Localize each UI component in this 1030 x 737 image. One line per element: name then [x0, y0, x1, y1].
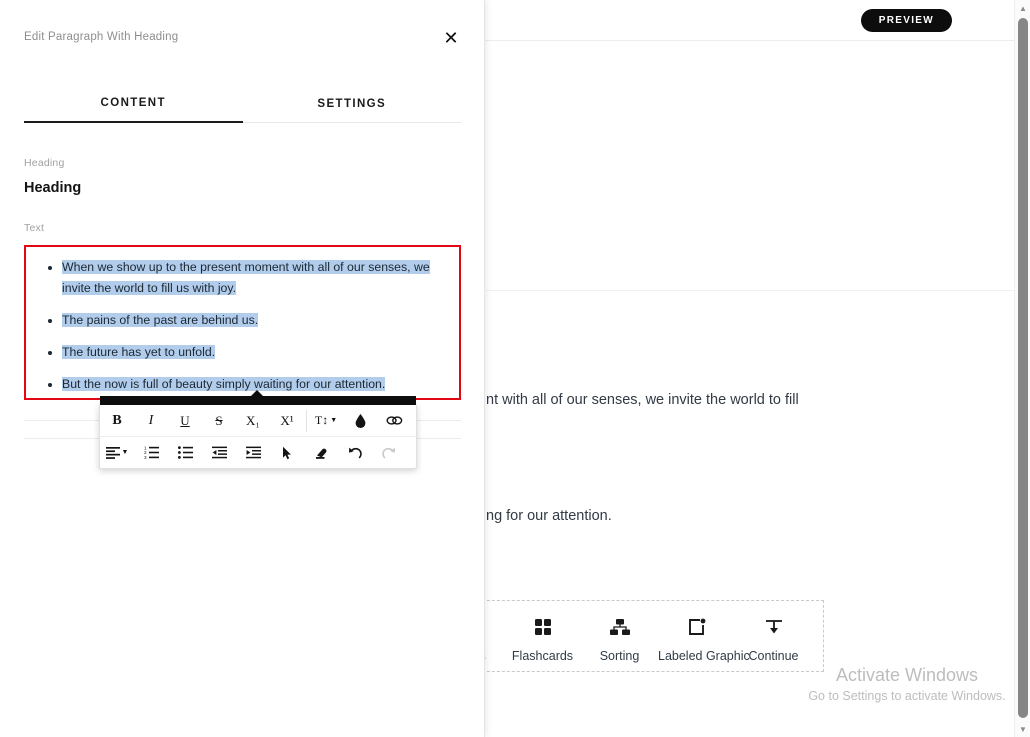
sorting-icon	[581, 617, 658, 639]
align-icon[interactable]: ▼	[100, 437, 134, 468]
text-field-label: Text	[24, 222, 45, 234]
redo-icon	[372, 437, 406, 468]
block-type-picker[interactable]: ess Flashcards	[447, 600, 824, 672]
rich-text-editor[interactable]: When we show up to the present moment wi…	[24, 245, 461, 400]
list-item-text: But the now is full of beauty simply wai…	[62, 377, 386, 391]
flashcards-icon	[504, 617, 581, 639]
panel-header: Edit Paragraph With Heading ✕	[0, 0, 484, 66]
block-item-label: Continue	[748, 649, 799, 663]
block-item-continue[interactable]: Continue	[735, 617, 812, 663]
list-item[interactable]: The future has yet to unfold.	[62, 342, 445, 363]
block-item-label: Labeled Graphic	[658, 649, 750, 663]
chevron-down-icon: ▼	[121, 449, 129, 456]
ordered-list-icon[interactable]: 123	[134, 437, 168, 468]
canvas-paragraph-line-1: nt with all of our senses, we invite the…	[486, 392, 799, 408]
bullet-list[interactable]: When we show up to the present moment wi…	[40, 257, 445, 395]
toolbar-row-2: ▼ 123	[100, 437, 416, 468]
chevron-down-icon: ▼	[330, 417, 338, 424]
watermark-subtitle: Go to Settings to activate Windows.	[808, 689, 1006, 703]
link-icon[interactable]	[377, 405, 411, 436]
close-icon[interactable]: ✕	[440, 27, 462, 49]
text-color-icon[interactable]	[343, 405, 377, 436]
subscript-icon[interactable]: X₁	[236, 405, 270, 436]
scroll-up-arrow-icon[interactable]: ▲	[1015, 0, 1030, 16]
block-item-sorting[interactable]: Sorting	[581, 617, 658, 663]
list-item-text: The pains of the past are behind us.	[62, 313, 259, 327]
canvas-paragraph-line-2: ng for our attention.	[486, 508, 612, 524]
select-cursor-icon[interactable]	[270, 437, 304, 468]
tab-content[interactable]: CONTENT	[24, 96, 243, 123]
vertical-scrollbar[interactable]: ▲ ▼	[1014, 0, 1030, 737]
panel-title: Edit Paragraph With Heading	[24, 31, 179, 43]
preview-button[interactable]: PREVIEW	[860, 9, 952, 32]
clear-format-icon[interactable]	[304, 437, 338, 468]
edit-block-panel: Edit Paragraph With Heading ✕ CONTENT SE…	[0, 0, 485, 737]
labeled-graphic-icon	[658, 617, 735, 639]
list-item[interactable]: The pains of the past are behind us.	[62, 310, 445, 331]
italic-icon[interactable]: I	[134, 405, 168, 436]
superscript-icon[interactable]: X¹	[270, 405, 304, 436]
toolbar-anchor-bar	[100, 396, 416, 405]
panel-tabs: CONTENT SETTINGS	[24, 96, 461, 123]
heading-input[interactable]: Heading	[24, 180, 461, 196]
windows-activation-watermark: Activate Windows Go to Settings to activ…	[797, 663, 1017, 705]
text-format-toolbar: B I U S X₁ X¹ T↕ ▼ ▼ 1 2 3	[99, 390, 417, 469]
list-item-text: When we show up to the present moment wi…	[62, 260, 430, 295]
increase-indent-icon[interactable]	[236, 437, 270, 468]
toolbar-separator	[306, 409, 307, 432]
bold-icon[interactable]: B	[100, 405, 134, 436]
svg-text:3: 3	[144, 455, 147, 459]
toolbar-caret-icon	[250, 390, 264, 397]
heading-field-label: Heading	[24, 157, 65, 169]
canvas-section-divider	[486, 290, 1014, 291]
block-item-label: Flashcards	[511, 649, 574, 663]
block-item-flashcards[interactable]: Flashcards	[504, 617, 581, 663]
list-item-text: The future has yet to unfold.	[62, 345, 216, 359]
strikethrough-icon[interactable]: S	[202, 405, 236, 436]
block-item-labeled-graphic[interactable]: Labeled Graphic	[658, 617, 750, 663]
continue-icon	[735, 617, 812, 639]
tab-settings[interactable]: SETTINGS	[243, 96, 462, 122]
block-item-label: Sorting	[599, 649, 640, 663]
text-size-icon[interactable]: T↕ ▼	[309, 405, 343, 436]
text-size-glyph: T↕	[314, 413, 329, 427]
scrollbar-thumb[interactable]	[1018, 18, 1028, 718]
unordered-list-icon[interactable]	[168, 437, 202, 468]
decrease-indent-icon[interactable]	[202, 437, 236, 468]
list-item[interactable]: When we show up to the present moment wi…	[62, 257, 445, 299]
watermark-title: Activate Windows	[835, 665, 979, 685]
scroll-down-arrow-icon[interactable]: ▼	[1015, 721, 1030, 737]
toolbar-row-1: B I U S X₁ X¹ T↕ ▼	[100, 405, 416, 437]
undo-icon[interactable]	[338, 437, 372, 468]
underline-icon[interactable]: U	[168, 405, 202, 436]
